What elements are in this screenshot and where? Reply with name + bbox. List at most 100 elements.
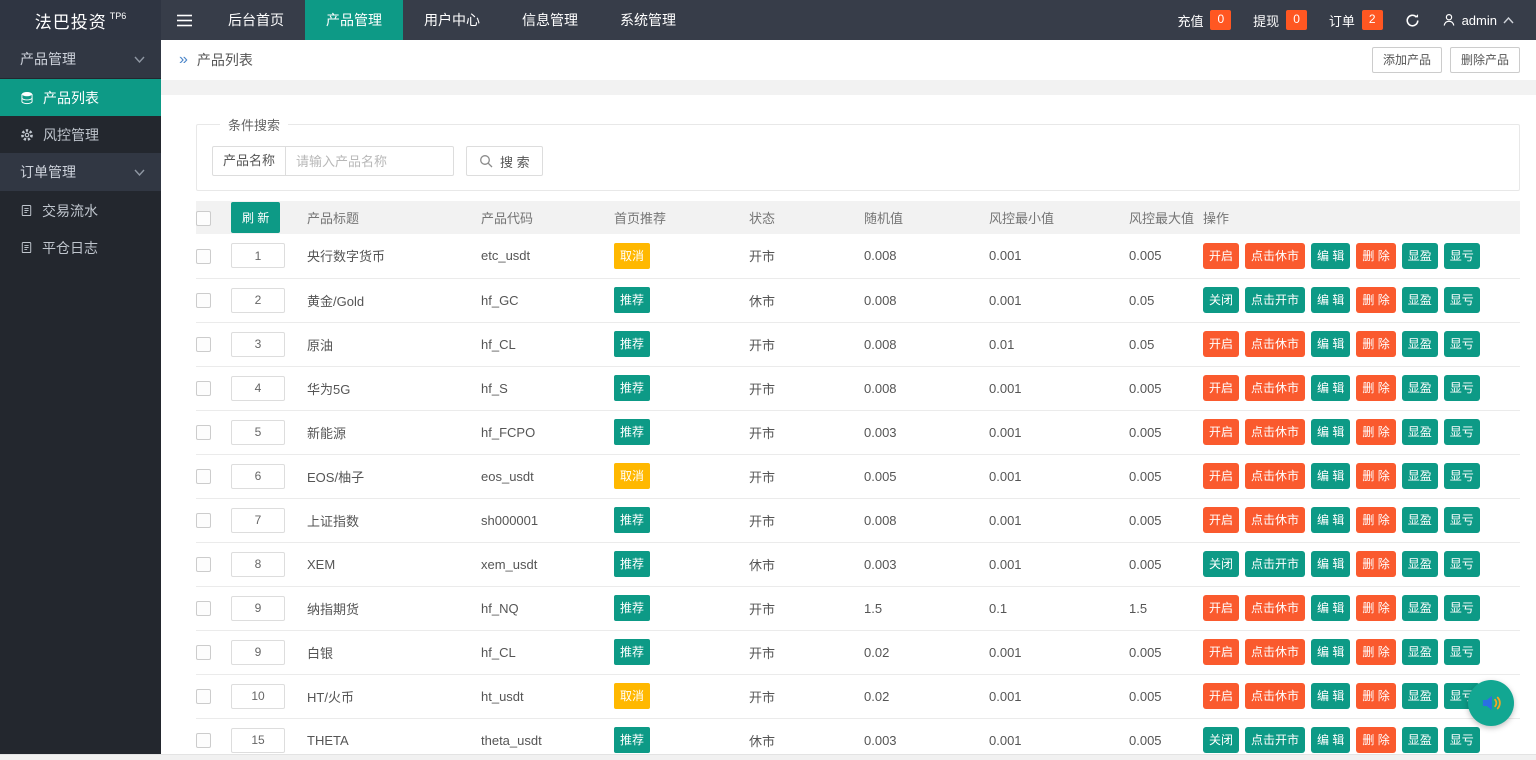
action-button[interactable]: 删 除 [1356,551,1395,577]
action-button[interactable]: 显盈 [1402,551,1438,577]
action-button[interactable]: 显亏 [1444,419,1480,445]
action-button[interactable]: 开启 [1203,419,1239,445]
recommend-badge[interactable]: 取消 [614,463,650,489]
action-button[interactable]: 点击开市 [1245,727,1305,753]
row-checkbox[interactable] [196,601,211,616]
action-button[interactable]: 删 除 [1356,683,1395,709]
add-product-button[interactable]: 添加产品 [1372,47,1442,73]
action-button[interactable]: 点击休市 [1245,639,1305,665]
row-id-input[interactable] [231,420,285,445]
sidebar-item[interactable]: 风控管理 [0,116,161,153]
stat-item[interactable]: 订单2 [1329,10,1383,30]
table-refresh-button[interactable]: 刷 新 [231,202,280,233]
action-button[interactable]: 点击开市 [1245,287,1305,313]
recommend-badge[interactable]: 推荐 [614,287,650,313]
row-checkbox[interactable] [196,557,211,572]
action-button[interactable]: 点击休市 [1245,419,1305,445]
action-button[interactable]: 点击休市 [1245,331,1305,357]
action-button[interactable]: 显亏 [1444,331,1480,357]
row-id-input[interactable] [231,464,285,489]
action-button[interactable]: 删 除 [1356,639,1395,665]
action-button[interactable]: 显亏 [1444,507,1480,533]
action-button[interactable]: 删 除 [1356,375,1395,401]
top-menu-item[interactable]: 信息管理 [501,0,599,40]
sidebar-item[interactable]: 平仓日志 [0,229,161,266]
row-id-input[interactable] [231,376,285,401]
action-button[interactable]: 显亏 [1444,595,1480,621]
action-button[interactable]: 编 辑 [1311,507,1350,533]
recommend-badge[interactable]: 推荐 [614,595,650,621]
horizontal-scrollbar[interactable] [0,754,1536,760]
row-checkbox[interactable] [196,733,211,748]
row-checkbox[interactable] [196,513,211,528]
action-button[interactable]: 删 除 [1356,595,1395,621]
action-button[interactable]: 开启 [1203,507,1239,533]
action-button[interactable]: 点击休市 [1245,507,1305,533]
action-button[interactable]: 开启 [1203,463,1239,489]
action-button[interactable]: 显盈 [1402,639,1438,665]
action-button[interactable]: 编 辑 [1311,243,1350,269]
audio-notification-button[interactable] [1468,680,1514,726]
row-checkbox[interactable] [196,645,211,660]
action-button[interactable]: 开启 [1203,243,1239,269]
recommend-badge[interactable]: 推荐 [614,639,650,665]
action-button[interactable]: 显盈 [1402,727,1438,753]
action-button[interactable]: 显盈 [1402,463,1438,489]
row-checkbox[interactable] [196,425,211,440]
action-button[interactable]: 显盈 [1402,243,1438,269]
row-id-input[interactable] [231,508,285,533]
action-button[interactable]: 开启 [1203,683,1239,709]
row-checkbox[interactable] [196,689,211,704]
action-button[interactable]: 点击休市 [1245,463,1305,489]
refresh-icon[interactable] [1405,13,1420,28]
top-menu-item[interactable]: 后台首页 [207,0,305,40]
action-button[interactable]: 点击开市 [1245,551,1305,577]
delete-product-button[interactable]: 删除产品 [1450,47,1520,73]
sidebar-group[interactable]: 产品管理 [0,40,161,78]
action-button[interactable]: 编 辑 [1311,331,1350,357]
sidebar-item[interactable]: 交易流水 [0,192,161,229]
action-button[interactable]: 删 除 [1356,331,1395,357]
action-button[interactable]: 显亏 [1444,243,1480,269]
action-button[interactable]: 显盈 [1402,683,1438,709]
action-button[interactable]: 点击休市 [1245,683,1305,709]
action-button[interactable]: 点击休市 [1245,595,1305,621]
action-button[interactable]: 开启 [1203,595,1239,621]
action-button[interactable]: 显亏 [1444,727,1480,753]
row-checkbox[interactable] [196,337,211,352]
row-checkbox[interactable] [196,249,211,264]
row-id-input[interactable] [231,552,285,577]
row-id-input[interactable] [231,243,285,268]
action-button[interactable]: 删 除 [1356,507,1395,533]
action-button[interactable]: 显盈 [1402,507,1438,533]
action-button[interactable]: 显盈 [1402,287,1438,313]
action-button[interactable]: 开启 [1203,639,1239,665]
action-button[interactable]: 关闭 [1203,727,1239,753]
action-button[interactable]: 删 除 [1356,727,1395,753]
top-menu-item[interactable]: 用户中心 [403,0,501,40]
search-button[interactable]: 搜 索 [466,146,543,176]
stat-item[interactable]: 提现0 [1253,10,1307,30]
row-id-input[interactable] [231,684,285,709]
recommend-badge[interactable]: 推荐 [614,375,650,401]
action-button[interactable]: 编 辑 [1311,287,1350,313]
action-button[interactable]: 显亏 [1444,463,1480,489]
action-button[interactable]: 显亏 [1444,375,1480,401]
action-button[interactable]: 编 辑 [1311,419,1350,445]
action-button[interactable]: 删 除 [1356,463,1395,489]
action-button[interactable]: 编 辑 [1311,639,1350,665]
action-button[interactable]: 点击休市 [1245,375,1305,401]
action-button[interactable]: 显盈 [1402,375,1438,401]
action-button[interactable]: 删 除 [1356,419,1395,445]
action-button[interactable]: 开启 [1203,331,1239,357]
sidebar-group[interactable]: 订单管理 [0,153,161,191]
user-menu[interactable]: admin [1442,13,1514,28]
action-button[interactable]: 编 辑 [1311,551,1350,577]
action-button[interactable]: 关闭 [1203,551,1239,577]
hamburger-icon[interactable] [161,0,207,40]
action-button[interactable]: 显亏 [1444,287,1480,313]
row-checkbox[interactable] [196,469,211,484]
action-button[interactable]: 显盈 [1402,419,1438,445]
recommend-badge[interactable]: 推荐 [614,507,650,533]
row-id-input[interactable] [231,640,285,665]
